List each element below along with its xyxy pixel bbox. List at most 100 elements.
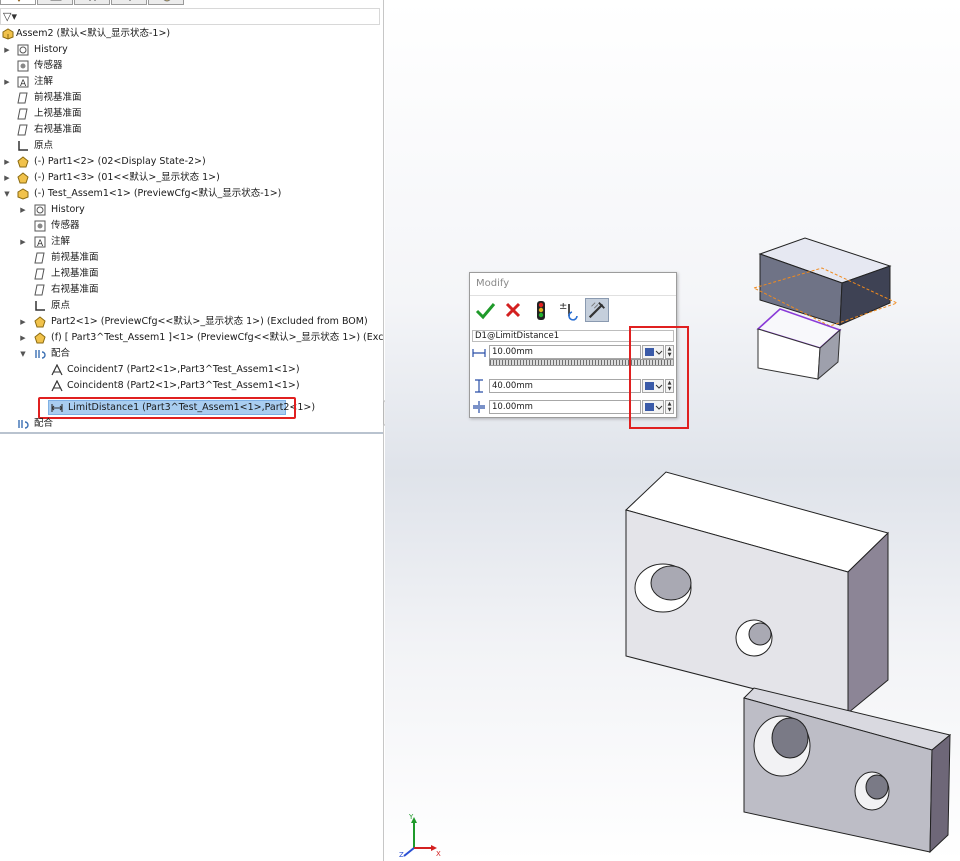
rebuild-traffic-light-icon[interactable]	[529, 298, 553, 322]
origin-icon	[35, 301, 45, 311]
expand-arrow-icon[interactable]: ▶	[2, 74, 12, 90]
feature-manager-icon	[17, 0, 21, 2]
max-distance-icon	[475, 379, 483, 393]
tab-dimxpert-manager[interactable]	[111, 0, 147, 5]
model-scene[interactable]	[385, 0, 960, 861]
part-icon	[34, 332, 46, 344]
tree-item-label: 注解	[51, 236, 71, 247]
tree-item-label: 传感器	[34, 60, 63, 71]
tree-item-label: 右视基准面	[51, 284, 99, 295]
svg-text:A: A	[20, 79, 27, 88]
tab-configuration-manager[interactable]	[74, 0, 110, 5]
plane-icon	[34, 252, 45, 264]
display-manager-icon	[163, 0, 171, 2]
tab-display-manager[interactable]	[148, 0, 184, 5]
collapse-arrow-icon[interactable]: ▼	[2, 186, 12, 202]
tree-item-label: (-) Test_Assem1<1> (PreviewCfg<默认_显示状态-1…	[34, 188, 282, 199]
tree-item-label: Coincident8 (Part2<1>,Part3^Test_Assem1<…	[67, 380, 300, 391]
part-icon	[17, 172, 29, 184]
plane-icon	[34, 268, 45, 280]
annotation-icon: A	[34, 236, 46, 248]
expand-arrow-icon[interactable]: ▶	[18, 330, 28, 346]
tree-item-label: (-) Part1<2> (02<Display State-2>)	[34, 156, 206, 167]
expand-arrow-icon[interactable]: ▶	[2, 42, 12, 58]
distance-value-input[interactable]: 10.00mm	[489, 345, 641, 359]
reverse-sense-icon[interactable]: ±	[557, 298, 581, 322]
tree-item-label: 上视基准面	[34, 108, 82, 119]
dimxpert-icon	[129, 0, 131, 1]
tree-item-label: History	[51, 204, 85, 215]
property-manager-icon	[50, 0, 62, 1]
sensor-icon	[34, 220, 46, 232]
min-distance-icon	[473, 401, 485, 413]
coincident-mate-icon	[51, 364, 63, 376]
tree-item-label: 上视基准面	[51, 268, 99, 279]
tab-property-manager[interactable]	[37, 0, 73, 5]
tree-item-label: 原点	[34, 140, 54, 151]
coordinate-triad-icon: Y X Z	[399, 813, 441, 858]
min-value-input[interactable]: 10.00mm	[489, 400, 641, 414]
tree-item-label: 注解	[34, 76, 54, 87]
plane-icon	[17, 92, 28, 104]
svg-text:±: ±	[559, 301, 567, 312]
tree-item-label: 原点	[51, 300, 71, 311]
tree-filter[interactable]: ▽▾	[0, 8, 380, 25]
part-icon	[17, 156, 29, 168]
mark-dimension-icon[interactable]	[585, 298, 609, 322]
history-icon	[17, 44, 29, 56]
tree-item-label: 前视基准面	[34, 92, 82, 103]
modify-dialog-title: Modify	[476, 278, 510, 289]
tree-item-label: 配合	[34, 418, 54, 429]
cancel-x-icon[interactable]	[501, 298, 525, 322]
svg-text:A: A	[37, 239, 44, 248]
collapse-arrow-icon[interactable]: ▼	[18, 346, 28, 362]
history-icon	[34, 204, 46, 216]
svg-text:Z: Z	[399, 851, 404, 858]
lower-block-with-holes[interactable]	[743, 687, 952, 854]
part-icon	[34, 316, 46, 328]
plane-icon	[34, 284, 45, 296]
graphics-area[interactable]: Y X Z	[385, 0, 960, 861]
tree-item-label: (-) Part1<3> (01<<默认>_显示状态 1>)	[34, 172, 220, 183]
expand-arrow-icon[interactable]: ▶	[18, 314, 28, 330]
mates-icon	[18, 420, 29, 429]
expand-arrow-icon[interactable]: ▶	[18, 202, 28, 218]
mates-icon	[35, 350, 46, 359]
tree-item-label: Part2<1> (PreviewCfg<<默认>_显示状态 1>) (Excl…	[51, 316, 368, 327]
tree-divider[interactable]	[0, 432, 383, 434]
tree-item-label: History	[34, 44, 68, 55]
tree-item-label: Coincident7 (Part2<1>,Part3^Test_Assem1<…	[67, 364, 300, 375]
tree-item-label: 配合	[51, 348, 71, 359]
tree-item-label: 右视基准面	[34, 124, 82, 135]
tab-feature-manager[interactable]	[0, 0, 36, 5]
annotation-icon: A	[17, 76, 29, 88]
sensor-icon	[17, 60, 29, 72]
svg-text:X: X	[436, 850, 441, 858]
large-block-with-holes[interactable]	[625, 471, 889, 715]
tree-item-label: 前视基准面	[51, 252, 99, 263]
tree-item-label: (f) [ Part3^Test_Assem1 ]<1> (PreviewCfg…	[51, 332, 384, 343]
units-highlight-frame	[629, 326, 689, 429]
tree-root-label: Assem2 (默认<默认_显示状态-1>)	[16, 28, 171, 39]
max-value-input[interactable]: 40.00mm	[489, 379, 641, 393]
assembly-icon	[2, 28, 14, 40]
expand-arrow-icon[interactable]: ▶	[2, 170, 12, 186]
expand-arrow-icon[interactable]: ▶	[18, 234, 28, 250]
coincident-mate-icon	[51, 380, 63, 392]
feature-manager-panel: ▽▾ Assem2 (默认<默认_显示状态-1>) ▶ History 传感器 …	[0, 0, 384, 861]
manager-tabs	[0, 0, 200, 6]
distance-icon	[472, 349, 486, 357]
upper-small-block[interactable]	[752, 237, 899, 381]
ok-check-icon[interactable]	[473, 298, 497, 322]
expand-arrow-icon[interactable]: ▶	[2, 154, 12, 170]
subassembly-icon	[17, 188, 29, 200]
tree-item-label: 传感器	[51, 220, 80, 231]
svg-text:Y: Y	[408, 813, 414, 821]
configuration-manager-icon	[89, 0, 96, 1]
origin-icon	[18, 141, 28, 151]
limitdistance-highlight-frame	[38, 397, 296, 419]
filter-icon[interactable]: ▽▾	[3, 10, 17, 23]
dialog-separator	[470, 295, 676, 296]
plane-icon	[17, 124, 28, 136]
plane-icon	[17, 108, 28, 120]
